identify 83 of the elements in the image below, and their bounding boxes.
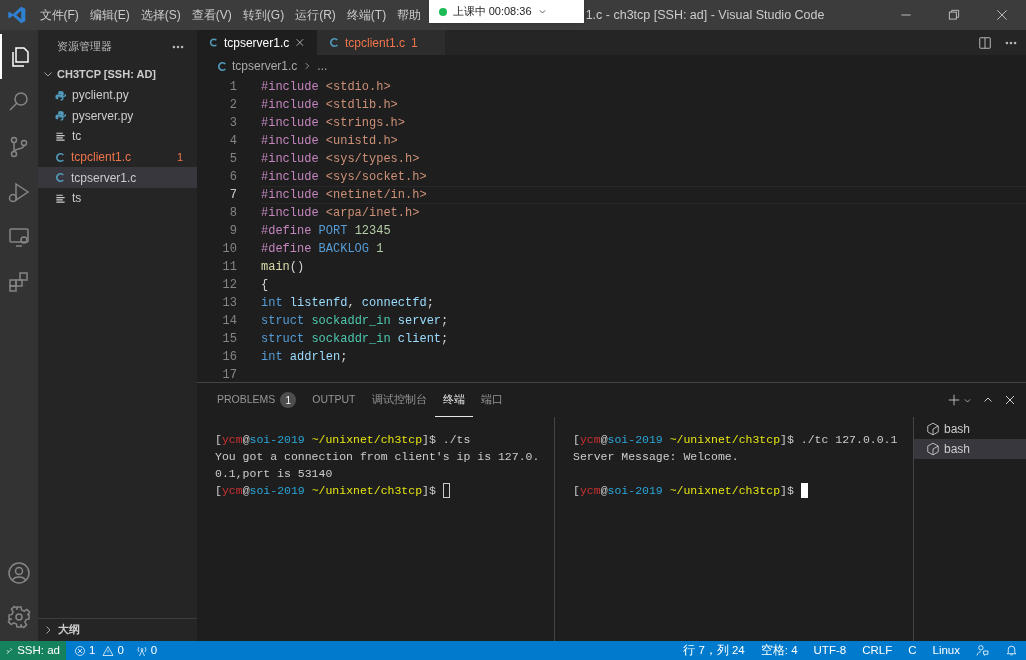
code-line: #include <sys/types.h>	[261, 151, 420, 168]
line-number: 3	[228, 115, 237, 132]
code-line: int listenfd, connectfd;	[261, 295, 434, 312]
status-item[interactable]: Linux	[924, 641, 968, 660]
error-count: 1	[176, 149, 183, 165]
menu-item[interactable]: 文件(F)	[34, 6, 85, 24]
code-line: #include <unistd.h>	[261, 133, 398, 150]
menu-item[interactable]: 查看(V)	[186, 6, 238, 24]
file-item[interactable]: tcpserver1.c	[38, 167, 197, 188]
code-line: struct sockaddr_in server;	[261, 313, 449, 330]
code-line: #include <sys/socket.h>	[261, 169, 427, 186]
window-title: 1.c - ch3tcp [SSH: ad] - Visual Studio Code	[585, 6, 825, 24]
panel-tab[interactable]: OUTPUT	[304, 383, 364, 417]
terminal-line: [ycm@soi-2019 ~/unixnet/ch3tcp]$	[215, 482, 436, 499]
line-number: 16	[221, 349, 237, 366]
menu-item[interactable]: 编辑(E)	[84, 6, 136, 24]
terminal-line: [ycm@soi-2019 ~/unixnet/ch3tcp]$ ./tc 127.0.0.1	[573, 431, 898, 448]
line-number: 5	[228, 151, 237, 168]
code-line: #include <strings.h>	[261, 115, 406, 132]
recording-toast[interactable]: 上课中 00:08:36	[428, 0, 584, 23]
menu-item[interactable]: 选择(S)	[135, 6, 187, 24]
code-line: #include <stdlib.h>	[261, 97, 398, 114]
code-line: int addrlen;	[261, 349, 348, 366]
file-item[interactable]: ts	[38, 187, 197, 209]
status-item[interactable]: 行 7，列 24	[675, 641, 753, 660]
line-number: 13	[221, 295, 237, 312]
menu-item[interactable]: 转到(G)	[237, 6, 290, 24]
line-number: 12	[221, 277, 237, 294]
terminal-item[interactable]: bash	[914, 419, 1026, 439]
line-number: 2	[228, 97, 237, 114]
line-number: 15	[221, 331, 237, 348]
editor-tab[interactable]: tcpclient1.c 1	[317, 30, 445, 55]
outline-section[interactable]: 大纲	[38, 618, 197, 640]
menu-item[interactable]: 运行(R)	[289, 6, 342, 24]
line-number: 9	[228, 223, 237, 240]
panel-tab[interactable]: 终端	[434, 383, 473, 417]
code-line: main()	[261, 259, 305, 276]
remote-indicator[interactable]: SSH: ad	[0, 641, 66, 660]
status-item[interactable]: UTF-8	[805, 641, 855, 660]
editor-tab[interactable]: tcpserver1.c	[197, 30, 317, 55]
folder-header[interactable]: CH3TCP [SSH: AD]	[38, 63, 197, 85]
terminal-line: [ycm@soi-2019 ~/unixnet/ch3tcp]$ ./ts	[215, 431, 471, 448]
panel-tab[interactable]: PROBLEMS 1	[209, 383, 305, 417]
file-item[interactable]: pyserver.py	[38, 105, 197, 127]
terminal-line: [ycm@soi-2019 ~/unixnet/ch3tcp]$	[573, 482, 794, 499]
line-number: 11	[221, 259, 237, 276]
error-count: 1	[411, 34, 418, 52]
panel-tab[interactable]: 调试控制台	[363, 383, 435, 417]
code-line: struct sockaddr_in client;	[261, 331, 449, 348]
recording-timer: 上课中 00:08:36	[452, 4, 532, 20]
file-item[interactable]: tc	[38, 126, 197, 147]
file-item[interactable]: pyclient.py	[38, 85, 197, 106]
line-number: 1	[228, 79, 237, 96]
status-item[interactable]: 空格: 4	[752, 641, 806, 660]
problems-indicator[interactable]: 1 0	[66, 641, 132, 660]
menu-item[interactable]: 终端(T)	[341, 6, 392, 24]
terminal-item[interactable]: bash	[914, 439, 1026, 459]
terminal-line: 0.1,port is 53140	[215, 465, 333, 482]
menu-item[interactable]: 帮助	[391, 6, 427, 24]
status-item[interactable]: CRLF	[854, 641, 901, 660]
line-number: 6	[228, 169, 237, 186]
code-line: {	[261, 277, 269, 294]
code-line: #include <arpa/inet.h>	[261, 205, 420, 222]
code-line: #include <stdio.h>	[261, 79, 391, 96]
count-badge: 1	[280, 392, 297, 408]
code-line: #include <netinet/in.h>	[261, 187, 427, 204]
file-item[interactable]: tcpclient1.c 1	[38, 146, 197, 168]
line-number: 14	[221, 313, 237, 330]
line-number: 8	[228, 205, 237, 222]
line-number: 17	[221, 367, 237, 382]
code-line: #define BACKLOG 1	[261, 241, 384, 258]
panel-tab[interactable]: 端口	[472, 383, 511, 417]
breadcrumb-item[interactable]: tcpserver1.c	[232, 57, 298, 75]
code-line: #define PORT 12345	[261, 223, 391, 240]
sidebar-title: 资源管理器	[57, 39, 112, 55]
breadcrumb-item[interactable]: ...	[317, 57, 328, 75]
terminal-line: You got a connection from client's ip is 127.0.	[215, 448, 540, 465]
terminal-line: Server Message: Welcome.	[573, 448, 739, 465]
status-item[interactable]: C	[900, 641, 925, 660]
line-number: 10	[221, 241, 237, 258]
ports-indicator[interactable]: 0	[131, 641, 162, 660]
line-number: 7	[228, 187, 237, 204]
line-number: 4	[228, 133, 237, 150]
